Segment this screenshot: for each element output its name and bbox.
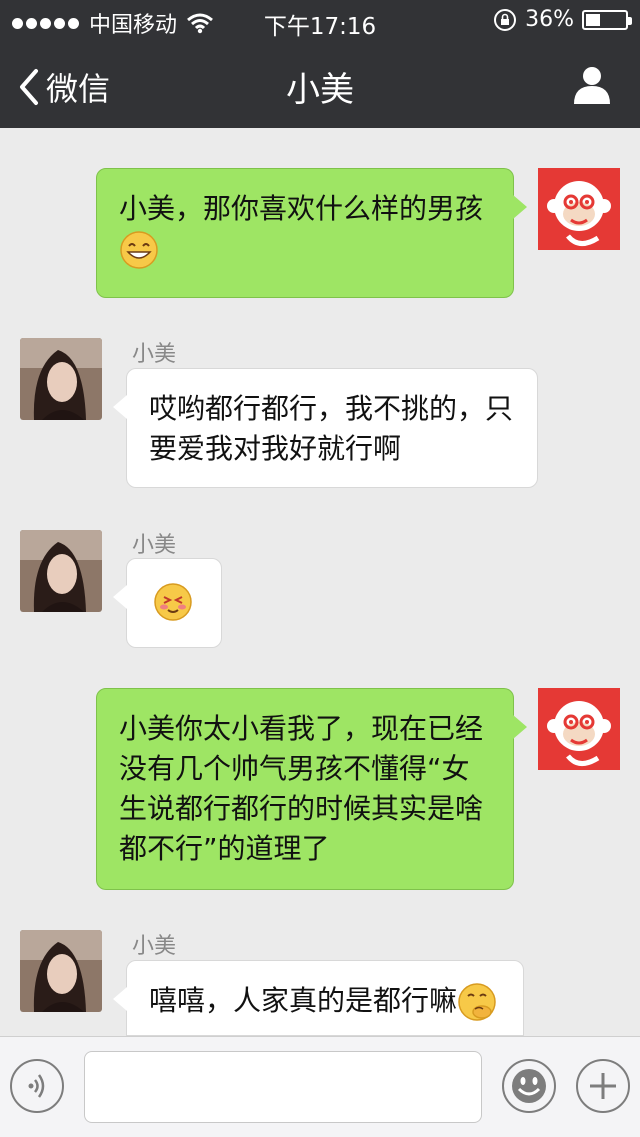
grinning-face-emoji [120, 231, 158, 269]
message-bubble-sent[interactable]: 小美，那你喜欢什么样的男孩 [96, 168, 527, 298]
message-input[interactable] [84, 1051, 482, 1123]
contact-name: 小美 [132, 934, 177, 959]
message-text: 哎哟都行都行，我不挑的，只要爱我对我好就行啊 [149, 392, 514, 465]
my-avatar[interactable] [538, 688, 620, 770]
message-bubble-sent[interactable]: 小美你太小看我了，现在已经没有几个帅气男孩不懂得“女生说都行都行的时候其实是啥都… [96, 688, 527, 890]
monkey-avatar-icon [538, 688, 620, 770]
contact-photo [20, 930, 102, 1012]
monkey-avatar-icon [538, 168, 620, 250]
profile-icon[interactable] [572, 64, 612, 104]
thinking-face-emoji [458, 983, 496, 1021]
voice-icon [28, 1074, 45, 1098]
contact-photo [20, 530, 102, 612]
chat-title: 小美 [286, 70, 354, 110]
blushing-face-emoji [154, 583, 192, 621]
contact-avatar[interactable] [20, 930, 102, 1012]
message-bubble-received[interactable]: 哎哟都行都行，我不挑的，只要爱我对我好就行啊 [113, 368, 538, 488]
message-text: 嘻嘻，人家真的是都行嘛 [149, 984, 458, 1017]
voice-input-button[interactable] [10, 1059, 64, 1113]
my-avatar[interactable] [538, 168, 620, 250]
status-right: 36% [493, 7, 632, 32]
more-button[interactable] [576, 1059, 630, 1113]
contact-avatar[interactable] [20, 530, 102, 612]
smiley-face-icon [512, 1069, 546, 1103]
navigation-bar: 微信 小美 [0, 40, 640, 128]
battery-icon [582, 9, 632, 30]
input-bar [0, 1036, 640, 1137]
contact-name: 小美 [132, 342, 177, 367]
battery-percent: 36% [525, 7, 574, 32]
message-bubble-received[interactable] [113, 558, 222, 648]
message-text: 小美你太小看我了，现在已经没有几个帅气男孩不懂得“女生说都行都行的时候其实是啥都… [119, 712, 484, 865]
contact-name: 小美 [132, 533, 177, 558]
contact-avatar[interactable] [20, 338, 102, 420]
plus-icon [590, 1073, 616, 1099]
emoji-button[interactable] [502, 1059, 556, 1113]
message-text: 小美，那你喜欢什么样的男孩 [119, 192, 484, 225]
contact-photo [20, 338, 102, 420]
message-bubble-received[interactable]: 嘻嘻，人家真的是都行嘛 [113, 960, 524, 1036]
status-bar: 中国移动 下午17:16 36% [0, 0, 640, 40]
rotation-lock-icon [494, 8, 517, 31]
top-bar: 中国移动 下午17:16 36% 微信 小美 [0, 0, 640, 128]
